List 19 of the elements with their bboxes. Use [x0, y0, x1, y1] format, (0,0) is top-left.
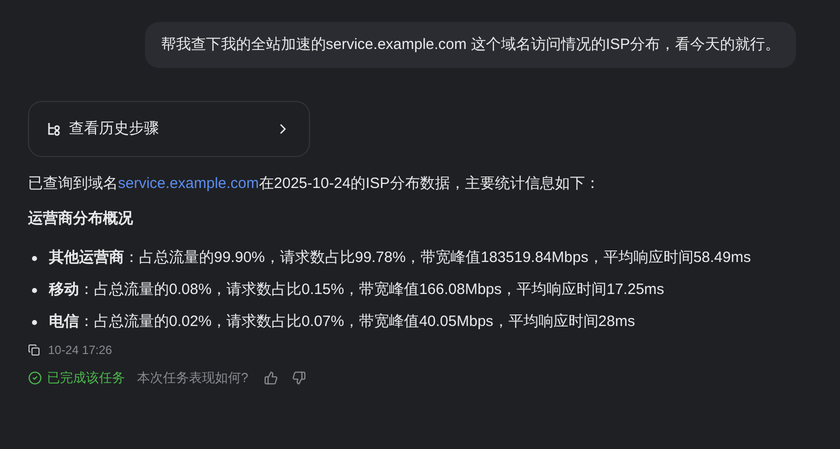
user-message: 帮我查下我的全站加速的service.example.com 这个域名访问情况的ISP分布，看今天的就行。: [144, 22, 796, 68]
thumbs-down-icon[interactable]: [292, 370, 306, 385]
timestamp: 10-24 17:26: [48, 342, 112, 359]
branch-icon: [47, 122, 61, 136]
bullet-icon: [32, 256, 37, 260]
copy-icon[interactable]: [28, 344, 40, 356]
task-status: 已完成该任务: [47, 369, 125, 387]
feedback-prompt: 本次任务表现如何?: [137, 369, 248, 387]
bullet-icon: [32, 320, 37, 324]
bullet-text: 其他运营商：占总流量的99.90%，请求数占比99.78%，带宽峰值183519.84Mbps，平均响应时间58.49ms: [49, 248, 751, 268]
history-steps-button[interactable]: 查看历史步骤: [28, 101, 310, 157]
intro-paragraph: 已查询到域名service.example.com在2025-10-24的ISP分布数据，主要统计信息如下：: [28, 174, 601, 194]
domain-link[interactable]: service.example.com: [118, 175, 259, 192]
section-heading: 运营商分布概况: [28, 209, 134, 229]
thumbs-up-icon[interactable]: [264, 370, 278, 385]
bullet-icon: [32, 288, 37, 292]
bullet-text: 移动：占总流量的0.08%，请求数占比0.15%，带宽峰值166.08Mbps，平均响应时间17.25ms: [49, 280, 664, 300]
bullet-text: 电信：占总流量的0.02%，请求数占比0.07%，带宽峰值40.05Mbps，平均响应时间28ms: [49, 312, 635, 332]
check-circle-icon: [28, 370, 42, 385]
